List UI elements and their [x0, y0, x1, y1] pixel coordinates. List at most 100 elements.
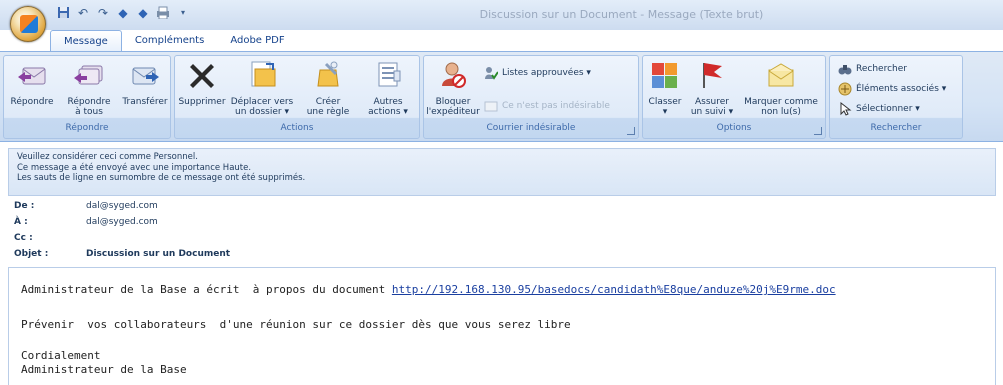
create-rule-icon — [317, 61, 339, 87]
from-label: De : — [14, 201, 35, 211]
reply-all-button[interactable]: Répondre à tous — [58, 60, 120, 117]
create-rule-button[interactable]: Créer une règle — [299, 60, 357, 117]
tab-message[interactable]: Message — [50, 30, 122, 52]
block-label-2: l'expéditeur — [426, 107, 480, 117]
body-line-1: Administrateur de la Base a écrit à prop… — [21, 283, 836, 296]
select-cursor-icon — [838, 101, 852, 116]
reply-all-icon — [74, 65, 103, 85]
document-link[interactable]: http://192.168.130.95/basedocs/candidath… — [392, 283, 836, 296]
categorize-icon — [652, 63, 677, 88]
block-sender-icon — [442, 62, 466, 88]
body-line-4: Administrateur de la Base — [21, 363, 187, 376]
binoculars-icon — [838, 62, 852, 76]
office-logo-icon — [20, 15, 38, 33]
to-label: À : — [14, 217, 28, 227]
cc-label: Cc : — [14, 233, 33, 243]
body-line-3: Cordialement — [21, 349, 101, 362]
not-junk-label: Ce n'est pas indésirable — [502, 101, 610, 111]
body-line-1-text: Administrateur de la Base a écrit à prop… — [21, 283, 392, 296]
follow-up-flag-icon — [703, 63, 722, 88]
forward-label: Transférer — [122, 97, 168, 107]
from-value[interactable]: dal@syged.com — [86, 201, 158, 211]
other-label-2: actions ▾ — [368, 107, 408, 117]
safe-lists-icon — [484, 66, 499, 80]
find-button[interactable]: Rechercher — [838, 62, 907, 76]
other-actions-button[interactable]: Autres actions ▾ — [359, 60, 417, 117]
move-label-2: un dossier ▾ — [235, 107, 289, 117]
other-label-1: Autres — [373, 97, 403, 107]
move-label-1: Déplacer vers — [230, 97, 294, 107]
delete-button[interactable]: Supprimer — [177, 60, 227, 107]
categorize-label: Classer — [648, 97, 682, 107]
office-button[interactable] — [10, 6, 46, 42]
tab-complements[interactable]: Compléments — [122, 30, 217, 52]
mark-unread-icon — [768, 63, 794, 87]
delete-x-icon — [190, 64, 214, 88]
related-items-icon — [838, 82, 852, 96]
group-junk: Bloquer l'expéditeur Listes approuvées ▾… — [423, 55, 639, 139]
options-dialog-launcher-icon[interactable] — [814, 127, 822, 135]
reply-label: Répondre — [10, 97, 54, 107]
info-line-personal: Veuillez considérer ceci comme Personnel… — [17, 152, 198, 162]
mark-unread-label-2: non lu(s) — [761, 107, 801, 117]
body-line-2: Prévenir vos collaborateurs d'une réunio… — [21, 318, 571, 331]
message-body[interactable]: Administrateur de la Base a écrit à prop… — [8, 268, 996, 385]
subject-label: Objet : — [14, 249, 49, 259]
group-junk-label: Courrier indésirable — [486, 123, 576, 133]
follow-up-label-1: Assurer — [695, 97, 729, 107]
header-cc: Cc : — [14, 233, 86, 243]
info-bar[interactable]: Veuillez considérer ceci comme Personnel… — [8, 148, 996, 196]
not-junk-button[interactable]: Ce n'est pas indésirable — [484, 99, 610, 113]
title-bar: ↶ ↷ ◆ ◆ ▾ Discussion sur un Document - M… — [0, 0, 1003, 42]
info-line-importance: Ce message a été envoyé avec une importa… — [17, 162, 252, 173]
safe-lists-label: Listes approuvées ▾ — [502, 68, 591, 78]
rule-label-1: Créer — [315, 97, 341, 107]
related-items-label: Éléments associés ▾ — [856, 84, 947, 94]
to-value[interactable]: dal@syged.com — [86, 217, 158, 227]
delete-label: Supprimer — [178, 97, 226, 107]
not-junk-icon — [484, 99, 498, 113]
group-actions: Supprimer Déplacer vers un dossier ▾ Cré… — [174, 55, 420, 139]
block-sender-button[interactable]: Bloquer l'expéditeur — [426, 60, 480, 117]
mark-unread-button[interactable]: Marquer comme non lu(s) — [739, 60, 823, 117]
tab-adobe-pdf[interactable]: Adobe PDF — [217, 30, 297, 52]
header-subject: Objet : Discussion sur un Document — [14, 249, 230, 259]
select-button[interactable]: Sélectionner ▾ — [838, 101, 920, 116]
reply-all-label-1: Répondre — [67, 97, 111, 107]
group-options-label: Options — [716, 123, 752, 133]
group-actions-label: Actions — [280, 123, 314, 133]
group-options: Classer ▾ Assurer un suivi ▾ Marquer com… — [642, 55, 826, 139]
header-from: De : dal@syged.com — [14, 201, 158, 211]
related-items-button[interactable]: Éléments associés ▾ — [838, 82, 946, 96]
header-to: À : dal@syged.com — [14, 217, 158, 227]
rule-label-2: une règle — [306, 107, 350, 117]
move-folder-icon — [251, 61, 276, 87]
junk-dialog-launcher-icon[interactable] — [627, 127, 635, 135]
block-label-1: Bloquer — [435, 97, 471, 107]
group-respond: Répondre Répondre à tous Transférer Répo… — [3, 55, 171, 139]
find-label: Rechercher — [856, 64, 907, 74]
ribbon: Répondre Répondre à tous Transférer Répo… — [0, 51, 1003, 142]
follow-up-button[interactable]: Assurer un suivi ▾ — [687, 60, 737, 117]
categorize-dropdown-icon: ▾ — [662, 107, 668, 117]
message-headers: De : dal@syged.com À : dal@syged.com Cc … — [8, 198, 996, 264]
reply-all-label-2: à tous — [75, 107, 103, 117]
forward-icon — [132, 67, 159, 85]
reply-button[interactable]: Répondre — [6, 60, 58, 107]
ribbon-tabs: Message Compléments Adobe PDF — [50, 30, 298, 52]
safe-lists-button[interactable]: Listes approuvées ▾ — [484, 66, 591, 80]
group-find: Rechercher Éléments associés ▾ Sélection… — [829, 55, 963, 139]
follow-up-label-2: un suivi ▾ — [690, 107, 734, 117]
info-line-line-breaks: Les sauts de ligne en surnombre de ce me… — [17, 173, 306, 183]
reply-icon — [18, 67, 46, 85]
forward-button[interactable]: Transférer — [120, 60, 170, 107]
subject-value: Discussion sur un Document — [86, 249, 231, 259]
select-label: Sélectionner ▾ — [856, 104, 920, 114]
group-find-label: Rechercher — [870, 123, 922, 133]
mark-unread-label-1: Marquer comme — [744, 97, 818, 107]
other-actions-icon — [378, 62, 401, 87]
move-to-folder-button[interactable]: Déplacer vers un dossier ▾ — [227, 60, 297, 117]
group-respond-label: Répondre — [65, 123, 109, 133]
categorize-button[interactable]: Classer ▾ — [645, 60, 685, 117]
window-title: Discussion sur un Document - Message (Te… — [479, 8, 764, 21]
